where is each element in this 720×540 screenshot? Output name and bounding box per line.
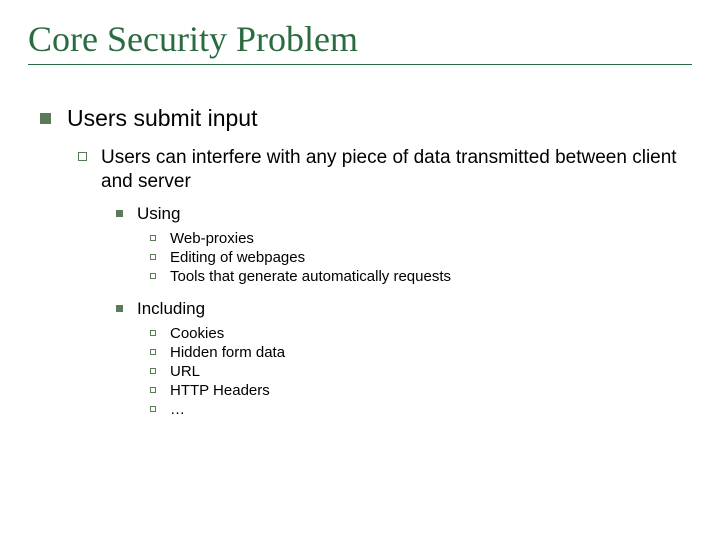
bullet-text-l4: … bbox=[170, 401, 185, 418]
square-tiny-bullet-icon bbox=[150, 273, 156, 279]
bullet-text-l4: URL bbox=[170, 363, 200, 380]
list-item: Hidden form data bbox=[150, 344, 692, 361]
list-item: Users submit input bbox=[40, 105, 692, 132]
list-item: Including bbox=[116, 299, 692, 319]
bullet-text-l4: Hidden form data bbox=[170, 344, 285, 361]
title-underline bbox=[28, 64, 692, 65]
square-small-bullet-icon bbox=[116, 210, 123, 217]
list-item: Tools that generate automatically reques… bbox=[150, 268, 692, 285]
square-tiny-bullet-icon bbox=[150, 368, 156, 374]
square-bullet-icon bbox=[40, 113, 51, 124]
square-tiny-bullet-icon bbox=[150, 387, 156, 393]
square-small-bullet-icon bbox=[116, 305, 123, 312]
list-item: HTTP Headers bbox=[150, 382, 692, 399]
square-tiny-bullet-icon bbox=[150, 349, 156, 355]
bullet-text-l3: Using bbox=[137, 204, 180, 224]
bullet-text-l1: Users submit input bbox=[67, 105, 257, 132]
bullet-text-l4: Cookies bbox=[170, 325, 224, 342]
bullet-text-l4: Tools that generate automatically reques… bbox=[170, 268, 451, 285]
list-item: Users can interfere with any piece of da… bbox=[78, 146, 692, 194]
slide-title: Core Security Problem bbox=[28, 18, 692, 60]
bullet-text-l2: Users can interfere with any piece of da… bbox=[101, 146, 692, 194]
list-item: Using bbox=[116, 204, 692, 224]
list-item: URL bbox=[150, 363, 692, 380]
list-item: … bbox=[150, 401, 692, 418]
bullet-text-l3: Including bbox=[137, 299, 205, 319]
square-tiny-bullet-icon bbox=[150, 254, 156, 260]
square-tiny-bullet-icon bbox=[150, 330, 156, 336]
bullet-text-l4: Editing of webpages bbox=[170, 249, 305, 266]
list-item: Cookies bbox=[150, 325, 692, 342]
square-tiny-bullet-icon bbox=[150, 406, 156, 412]
bullet-text-l4: Web-proxies bbox=[170, 230, 254, 247]
square-open-bullet-icon bbox=[78, 152, 87, 161]
list-item: Editing of webpages bbox=[150, 249, 692, 266]
square-tiny-bullet-icon bbox=[150, 235, 156, 241]
bullet-text-l4: HTTP Headers bbox=[170, 382, 270, 399]
list-item: Web-proxies bbox=[150, 230, 692, 247]
